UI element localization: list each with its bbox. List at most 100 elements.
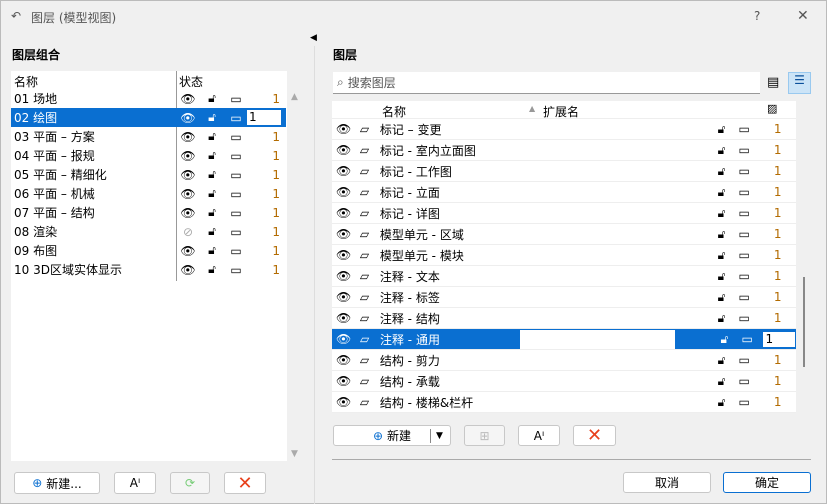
- folder-icon[interactable]: ▭: [737, 311, 752, 325]
- eye-icon[interactable]: 👁: [180, 263, 196, 277]
- wireframe-icon[interactable]: ▱: [357, 269, 372, 283]
- folder-icon[interactable]: ▭: [737, 248, 752, 262]
- wireframe-icon[interactable]: ▱: [357, 374, 372, 388]
- dropdown-arrow-icon[interactable]: ▼: [436, 431, 443, 441]
- folder-icon[interactable]: ▭: [737, 290, 752, 304]
- wireframe-icon[interactable]: ▱: [357, 185, 372, 199]
- unlock-icon[interactable]: 🔓︎: [717, 332, 732, 347]
- unlock-icon[interactable]: 🔓︎: [714, 290, 729, 305]
- layer-row[interactable]: 👁 ▱ 标记 – 变更 🔓︎ ▭ 1: [332, 119, 796, 140]
- eye-icon[interactable]: 👁: [336, 353, 351, 367]
- eye-icon[interactable]: 👁: [336, 311, 351, 325]
- eye-icon[interactable]: 👁: [336, 269, 351, 283]
- layer-row[interactable]: 👁 ▱ 注释 - 标签 🔓︎ ▭ 1: [332, 287, 796, 308]
- unlock-icon[interactable]: 🔓︎: [714, 227, 729, 242]
- wireframe-icon[interactable]: ▱: [357, 143, 372, 157]
- layer-combination-row[interactable]: 07 平面 – 结构 👁 🔓︎ ▭ 1: [11, 203, 286, 222]
- new-folder-button[interactable]: ⊞: [464, 425, 505, 446]
- layer-extension[interactable]: [520, 329, 675, 349]
- eye-icon[interactable]: 👁: [180, 244, 196, 258]
- unlock-icon[interactable]: 🔓︎: [714, 164, 729, 179]
- help-button[interactable]: ?: [754, 9, 760, 23]
- unlock-icon[interactable]: 🔓︎: [204, 91, 220, 106]
- folder-icon[interactable]: ▭: [740, 332, 755, 346]
- rename-layer-button[interactable]: Aᴵ: [518, 425, 560, 446]
- unlock-icon[interactable]: 🔓︎: [714, 122, 729, 137]
- layer-row[interactable]: 👁 ▱ 注释 - 通用 🔓︎ ▭ 1: [332, 329, 796, 350]
- left-scrollbar[interactable]: ▲ ▼: [288, 89, 301, 461]
- eye-icon[interactable]: 👁: [336, 185, 351, 199]
- right-scrollbar[interactable]: [798, 119, 810, 413]
- unlock-icon[interactable]: 🔓︎: [714, 248, 729, 263]
- wireframe-icon[interactable]: ▱: [357, 248, 372, 262]
- layer-combination-row[interactable]: 01 场地 👁 🔓︎ ▭ 1: [11, 89, 286, 108]
- wireframe-icon[interactable]: ▱: [357, 353, 372, 367]
- eye-icon[interactable]: 👁: [336, 248, 351, 262]
- eye-icon[interactable]: 👁: [180, 149, 196, 163]
- layer-combination-row[interactable]: 08 渲染 ⊘ 🔓︎ ▭ 1: [11, 222, 286, 241]
- folder-icon[interactable]: ▭: [737, 206, 752, 220]
- wireframe-icon[interactable]: ▱: [357, 290, 372, 304]
- folder-icon[interactable]: ▭: [228, 168, 244, 182]
- layer-combination-row[interactable]: 09 布图 👁 🔓︎ ▭ 1: [11, 241, 286, 260]
- folder-icon[interactable]: ▭: [228, 263, 244, 277]
- folder-icon[interactable]: ▭: [737, 269, 752, 283]
- update-button[interactable]: ⟳: [170, 472, 210, 494]
- folder-icon[interactable]: ▭: [228, 111, 244, 125]
- eye-icon[interactable]: 👁: [336, 122, 351, 136]
- folder-icon[interactable]: ▭: [228, 187, 244, 201]
- col-status-header[interactable]: 状态: [179, 73, 203, 90]
- folder-icon[interactable]: ▭: [737, 143, 752, 157]
- new-layer-button[interactable]: ⊕ 新建 ▼: [333, 425, 451, 446]
- col-name-header[interactable]: 名称: [382, 103, 406, 120]
- eye-icon[interactable]: 👁: [180, 187, 196, 201]
- unlock-icon[interactable]: 🔓︎: [204, 167, 220, 182]
- eye-icon[interactable]: 👁: [336, 374, 351, 388]
- layer-combination-row[interactable]: 04 平面 – 报规 👁 🔓︎ ▭ 1: [11, 146, 286, 165]
- folder-icon[interactable]: ▭: [737, 122, 752, 136]
- wireframe-icon[interactable]: ▱: [357, 311, 372, 325]
- rename-button[interactable]: Aᴵ: [114, 472, 156, 494]
- unlock-icon[interactable]: 🔓︎: [204, 110, 220, 125]
- eye-icon[interactable]: 👁: [336, 332, 351, 346]
- folder-icon[interactable]: ▭: [737, 374, 752, 388]
- pen-set-input[interactable]: 1: [246, 109, 282, 126]
- search-input[interactable]: ⌕ 搜索图层: [333, 72, 760, 94]
- ok-button[interactable]: 确定: [723, 472, 811, 493]
- pen-set-input[interactable]: 1: [762, 330, 796, 348]
- folder-icon[interactable]: ▭: [737, 185, 752, 199]
- pen-weight-header-icon[interactable]: ▨: [767, 102, 777, 115]
- unlock-icon[interactable]: 🔓︎: [204, 205, 220, 220]
- unlock-icon[interactable]: 🔓︎: [204, 186, 220, 201]
- folder-icon[interactable]: ▭: [737, 227, 752, 241]
- unlock-icon[interactable]: 🔓︎: [204, 148, 220, 163]
- folder-icon[interactable]: ▭: [737, 353, 752, 367]
- close-button[interactable]: ✕: [797, 8, 809, 24]
- folder-icon[interactable]: ▭: [228, 225, 244, 239]
- list-view-icon[interactable]: ☰: [788, 72, 811, 94]
- layer-row[interactable]: 👁 ▱ 结构 - 剪力 🔓︎ ▭ 1: [332, 350, 796, 371]
- folder-icon[interactable]: ▭: [228, 130, 244, 144]
- layer-row[interactable]: 👁 ▱ 注释 - 文本 🔓︎ ▭ 1: [332, 266, 796, 287]
- eye-icon[interactable]: 👁: [336, 164, 351, 178]
- eye-icon[interactable]: 👁: [336, 227, 351, 241]
- unlock-icon[interactable]: 🔓︎: [714, 269, 729, 284]
- eye-icon[interactable]: 👁: [336, 395, 351, 409]
- layer-row[interactable]: 👁 ▱ 结构 - 楼梯&栏杆 🔓︎ ▭ 1: [332, 392, 796, 413]
- wireframe-icon[interactable]: ▱: [357, 122, 372, 136]
- eye-icon[interactable]: 👁: [180, 130, 196, 144]
- unlock-icon[interactable]: 🔓︎: [714, 311, 729, 326]
- folder-icon[interactable]: ▭: [737, 164, 752, 178]
- layer-row[interactable]: 👁 ▱ 标记 - 室内立面图 🔓︎ ▭ 1: [332, 140, 796, 161]
- layer-combination-row[interactable]: 06 平面 – 机械 👁 🔓︎ ▭ 1: [11, 184, 286, 203]
- wireframe-icon[interactable]: ▱: [357, 332, 372, 346]
- unlock-icon[interactable]: 🔓︎: [204, 224, 220, 239]
- eye-hidden-icon[interactable]: ⊘: [180, 225, 196, 239]
- layer-combination-row[interactable]: 05 平面 – 精细化 👁 🔓︎ ▭ 1: [11, 165, 286, 184]
- eye-icon[interactable]: 👁: [180, 168, 196, 182]
- folder-icon[interactable]: ▭: [228, 206, 244, 220]
- col-name-header[interactable]: 名称: [14, 73, 38, 90]
- delete-layer-button[interactable]: ✕: [573, 425, 616, 446]
- unlock-icon[interactable]: 🔓︎: [714, 206, 729, 221]
- panel-divider[interactable]: [314, 46, 315, 504]
